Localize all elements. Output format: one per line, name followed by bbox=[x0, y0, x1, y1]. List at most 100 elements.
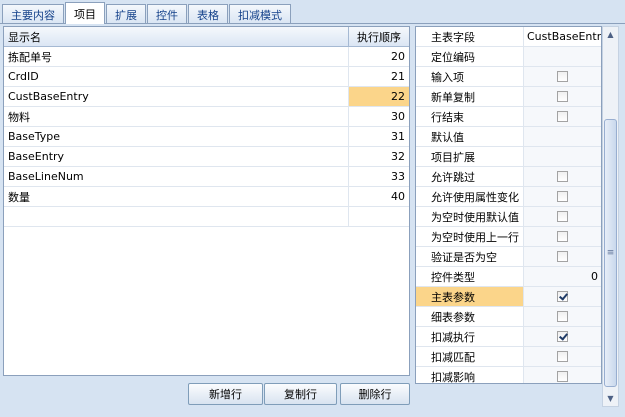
table-row[interactable]: 物料 30 bbox=[4, 107, 409, 127]
property-row[interactable]: 扣减匹配 bbox=[416, 347, 601, 367]
property-value[interactable] bbox=[524, 187, 601, 206]
property-value[interactable] bbox=[524, 247, 601, 266]
property-name: 验证是否为空 bbox=[416, 247, 524, 266]
tab-0[interactable]: 主要内容 bbox=[2, 4, 64, 24]
checkbox-checked[interactable] bbox=[557, 331, 568, 342]
property-row[interactable]: 细表参数 bbox=[416, 307, 601, 327]
property-row[interactable]: 控件类型 0 bbox=[416, 267, 601, 287]
property-value[interactable] bbox=[524, 47, 601, 66]
property-row[interactable]: 新单复制 bbox=[416, 87, 601, 107]
table-row[interactable]: 数量 40 bbox=[4, 187, 409, 207]
checkbox[interactable] bbox=[557, 371, 568, 382]
cell-display-name[interactable]: BaseType bbox=[4, 127, 349, 146]
tab-1[interactable]: 项目 bbox=[65, 2, 105, 24]
property-name: 扣减执行 bbox=[416, 327, 524, 346]
property-name: 主表参数 bbox=[416, 287, 524, 306]
property-value[interactable] bbox=[524, 367, 601, 383]
property-row[interactable]: 主表字段 CustBaseEntry bbox=[416, 27, 601, 47]
property-value[interactable] bbox=[524, 147, 601, 166]
checkbox[interactable] bbox=[557, 191, 568, 202]
property-value[interactable] bbox=[524, 67, 601, 86]
cell-exec-order[interactable]: 40 bbox=[349, 187, 409, 206]
delete-row-button[interactable]: 删除行 bbox=[340, 383, 410, 405]
checkbox[interactable] bbox=[557, 231, 568, 242]
property-name: 默认值 bbox=[416, 127, 524, 146]
copy-row-button[interactable]: 复制行 bbox=[264, 383, 337, 405]
cell-display-name[interactable] bbox=[4, 207, 349, 226]
items-grid-header: 显示名 执行顺序 bbox=[4, 27, 409, 47]
property-row[interactable]: 定位编码 bbox=[416, 47, 601, 67]
property-value[interactable] bbox=[524, 347, 601, 366]
property-value[interactable] bbox=[524, 287, 601, 306]
checkbox-checked[interactable] bbox=[557, 291, 568, 302]
cell-exec-order[interactable]: 33 bbox=[349, 167, 409, 186]
items-grid[interactable]: 显示名 执行顺序 拣配单号 20 CrdID 21 CustBaseEntry 22 物料 3… bbox=[3, 26, 410, 376]
property-grid-scrollbar[interactable]: ▲ ≡ ▼ bbox=[602, 26, 619, 407]
property-value[interactable] bbox=[524, 327, 601, 346]
checkbox[interactable] bbox=[557, 351, 568, 362]
table-row[interactable]: BaseEntry 32 bbox=[4, 147, 409, 167]
property-name: 允许使用属性变化 bbox=[416, 187, 524, 206]
property-row[interactable]: 允许跳过 bbox=[416, 167, 601, 187]
property-row[interactable]: 为空时使用默认值 bbox=[416, 207, 601, 227]
property-name: 输入项 bbox=[416, 67, 524, 86]
cell-display-name[interactable]: CustBaseEntry bbox=[4, 87, 349, 106]
table-row[interactable]: CrdID 21 bbox=[4, 67, 409, 87]
property-value[interactable] bbox=[524, 107, 601, 126]
cell-display-name[interactable]: BaseLineNum bbox=[4, 167, 349, 186]
property-value[interactable] bbox=[524, 167, 601, 186]
property-row[interactable]: 为空时使用上一行 bbox=[416, 227, 601, 247]
property-row[interactable]: 默认值 bbox=[416, 127, 601, 147]
cell-exec-order[interactable]: 21 bbox=[349, 67, 409, 86]
column-header-display-name[interactable]: 显示名 bbox=[4, 27, 349, 46]
tab-4[interactable]: 表格 bbox=[188, 4, 228, 24]
column-header-exec-order[interactable]: 执行顺序 bbox=[349, 27, 409, 46]
cell-display-name[interactable]: 物料 bbox=[4, 107, 349, 126]
cell-display-name[interactable]: BaseEntry bbox=[4, 147, 349, 166]
scrollbar-thumb[interactable]: ≡ bbox=[604, 119, 617, 387]
cell-display-name[interactable]: CrdID bbox=[4, 67, 349, 86]
property-row[interactable]: 允许使用属性变化 bbox=[416, 187, 601, 207]
property-value[interactable] bbox=[524, 127, 601, 146]
checkbox[interactable] bbox=[557, 251, 568, 262]
tab-3[interactable]: 控件 bbox=[147, 4, 187, 24]
property-value[interactable] bbox=[524, 227, 601, 246]
table-row[interactable] bbox=[4, 207, 409, 227]
tab-2[interactable]: 扩展 bbox=[106, 4, 146, 24]
checkbox[interactable] bbox=[557, 91, 568, 102]
cell-exec-order[interactable]: 22 bbox=[349, 87, 409, 106]
checkbox[interactable] bbox=[557, 111, 568, 122]
property-value[interactable] bbox=[524, 87, 601, 106]
cell-exec-order[interactable]: 32 bbox=[349, 147, 409, 166]
cell-display-name[interactable]: 数量 bbox=[4, 187, 349, 206]
scroll-up-arrow-icon[interactable]: ▲ bbox=[603, 27, 618, 42]
checkbox[interactable] bbox=[557, 71, 568, 82]
scroll-down-arrow-icon[interactable]: ▼ bbox=[603, 391, 618, 406]
table-row[interactable]: BaseType 31 bbox=[4, 127, 409, 147]
cell-display-name[interactable]: 拣配单号 bbox=[4, 47, 349, 66]
property-row[interactable]: 行结束 bbox=[416, 107, 601, 127]
table-row[interactable]: 拣配单号 20 bbox=[4, 47, 409, 67]
property-row[interactable]: 扣减影响 bbox=[416, 367, 601, 383]
tab-5[interactable]: 扣减模式 bbox=[229, 4, 291, 24]
cell-exec-order[interactable] bbox=[349, 207, 409, 226]
property-row[interactable]: 输入项 bbox=[416, 67, 601, 87]
cell-exec-order[interactable]: 30 bbox=[349, 107, 409, 126]
checkbox[interactable] bbox=[557, 171, 568, 182]
property-row[interactable]: 扣减执行 bbox=[416, 327, 601, 347]
property-value[interactable] bbox=[524, 307, 601, 326]
property-row[interactable]: 主表参数 bbox=[416, 287, 601, 307]
property-grid[interactable]: 主表字段 CustBaseEntry 定位编码 输入项 新单复制 行结束 默认值 项目扩展 允许… bbox=[415, 26, 602, 384]
property-value[interactable]: CustBaseEntry bbox=[524, 27, 601, 46]
property-value[interactable]: 0 bbox=[524, 267, 601, 286]
cell-exec-order[interactable]: 31 bbox=[349, 127, 409, 146]
checkbox[interactable] bbox=[557, 311, 568, 322]
cell-exec-order[interactable]: 20 bbox=[349, 47, 409, 66]
table-row[interactable]: BaseLineNum 33 bbox=[4, 167, 409, 187]
property-row[interactable]: 验证是否为空 bbox=[416, 247, 601, 267]
checkbox[interactable] bbox=[557, 211, 568, 222]
table-row[interactable]: CustBaseEntry 22 bbox=[4, 87, 409, 107]
property-value[interactable] bbox=[524, 207, 601, 226]
property-row[interactable]: 项目扩展 bbox=[416, 147, 601, 167]
add-row-button[interactable]: 新增行 bbox=[188, 383, 263, 405]
